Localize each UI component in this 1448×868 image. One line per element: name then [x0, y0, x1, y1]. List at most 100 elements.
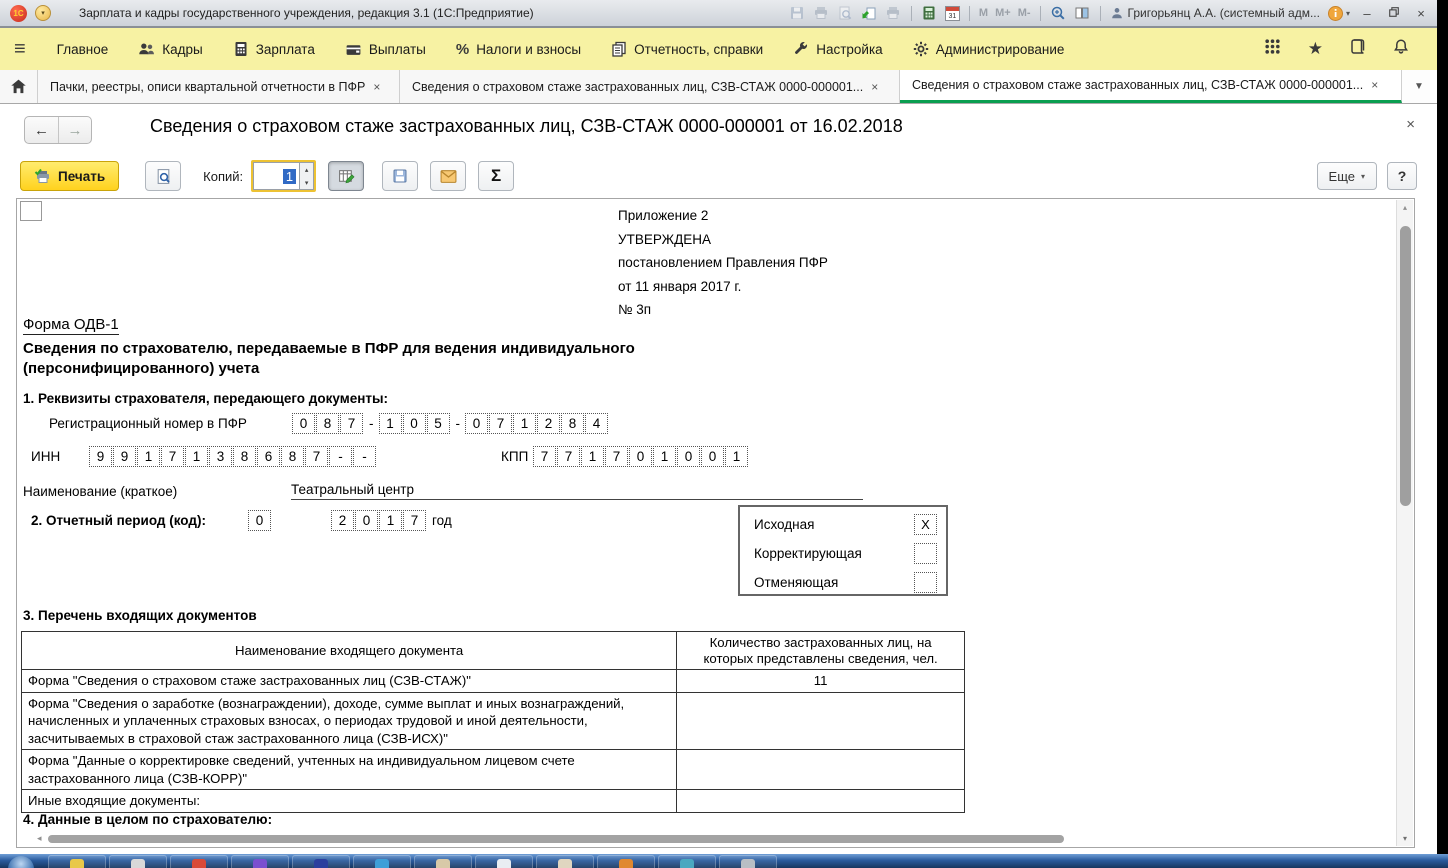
calculator-icon[interactable] [921, 5, 938, 22]
table-row: Форма "Данные о корректировке сведений, … [22, 750, 965, 790]
menu-item-vyplaty[interactable]: Выплаты [330, 28, 441, 70]
titlebar-separator [1100, 6, 1101, 21]
menu-item-zarplata[interactable]: Зарплата [218, 28, 330, 70]
vertical-scrollbar[interactable]: ▴ ▾ [1396, 200, 1413, 846]
menu-item-kadry[interactable]: Кадры [123, 28, 217, 70]
close-button[interactable]: × [1411, 6, 1431, 21]
horizontal-scroll-thumb[interactable] [48, 835, 1064, 843]
hamburger-icon[interactable]: ≡ [14, 38, 26, 61]
save-button[interactable] [382, 161, 418, 191]
taskbar-icon[interactable] [353, 855, 411, 868]
calendar-icon[interactable]: 31 [945, 6, 960, 21]
taskbar-icon[interactable] [475, 855, 533, 868]
menu-item-otchetnost[interactable]: Отчетность, справки [596, 28, 778, 70]
email-button[interactable] [430, 161, 466, 191]
more-button[interactable]: Еще▾ [1317, 162, 1377, 190]
taskbar-icon[interactable] [658, 855, 716, 868]
info-button[interactable]: ▾ [1327, 5, 1350, 22]
edit-table-button[interactable] [328, 161, 364, 191]
help-button[interactable]: ? [1387, 162, 1417, 190]
menu-item-administrirovanie[interactable]: Администрирование [898, 28, 1080, 70]
stepper-up-icon[interactable]: ▴ [300, 163, 313, 176]
menu-item-main[interactable]: Главное [42, 28, 124, 70]
menu-item-nastroyka[interactable]: Настройка [778, 28, 897, 70]
taskbar-icon[interactable] [48, 855, 106, 868]
print-button[interactable]: Печать [20, 161, 119, 191]
titlebar-separator [969, 6, 970, 21]
all-functions-grid-icon[interactable] [1264, 38, 1281, 60]
digit-cell: 1 [581, 446, 604, 467]
floppy-icon [392, 168, 408, 184]
forward-button[interactable]: → [58, 117, 91, 143]
short-name-value: Театральный центр [291, 482, 863, 500]
favorites-star-icon[interactable]: ★ [1308, 39, 1323, 59]
stepper-arrows[interactable]: ▴ ▾ [299, 162, 314, 190]
current-user[interactable]: Григорьянц А.А. (системный адм... [1110, 6, 1320, 20]
document-area[interactable]: Приложение 2 УТВЕРЖДЕНА постановлением П… [16, 198, 1415, 848]
split-window-icon[interactable] [1074, 5, 1091, 22]
print-preview-icon[interactable] [837, 5, 854, 22]
print-icon[interactable] [813, 5, 830, 22]
taskbar-icon[interactable] [231, 855, 289, 868]
report-icon [611, 41, 627, 57]
taskbar-icon[interactable] [536, 855, 594, 868]
section4-title: 4. Данные в целом по страхователю: [23, 812, 272, 827]
page-close-icon[interactable]: × [1406, 116, 1415, 133]
horizontal-scrollbar[interactable]: ◂ [37, 833, 1374, 844]
tab-home[interactable] [0, 70, 38, 103]
memory-m-plus-button[interactable]: M+ [995, 7, 1011, 19]
taskbar-icon[interactable] [292, 855, 350, 868]
close-icon[interactable]: × [1371, 78, 1378, 92]
taskbar-icon[interactable] [170, 855, 228, 868]
menu-item-nalogi[interactable]: % Налоги и взносы [441, 28, 596, 70]
back-button[interactable]: ← [25, 117, 58, 143]
wallet-icon [345, 41, 362, 58]
history-icon[interactable] [1350, 38, 1366, 60]
print-batch-icon[interactable] [885, 5, 902, 22]
vertical-scroll-thumb[interactable] [1400, 226, 1411, 506]
tab-svedeniya-2-active[interactable]: Сведения о страховом стаже застрахованны… [900, 70, 1402, 103]
restore-button[interactable] [1384, 6, 1404, 21]
digit-cell: - [329, 446, 352, 467]
home-icon [10, 78, 27, 95]
scroll-up-icon[interactable]: ▴ [1397, 203, 1413, 212]
scroll-down-icon[interactable]: ▾ [1397, 834, 1413, 843]
minimize-button[interactable]: – [1357, 6, 1377, 21]
save-icon[interactable] [789, 5, 806, 22]
approval-block: Приложение 2 УТВЕРЖДЕНА постановлением П… [618, 204, 828, 322]
kpp-label: КПП [501, 449, 528, 464]
load-document-icon[interactable] [861, 5, 878, 22]
tab-svedeniya-1[interactable]: Сведения о страховом стаже застрахованны… [400, 70, 900, 103]
copies-stepper[interactable]: 1 ▴ ▾ [251, 160, 316, 192]
zoom-icon[interactable] [1050, 5, 1067, 22]
digit-cell: 8 [561, 413, 584, 434]
kpp-cells: 771701001 [533, 446, 749, 467]
taskbar-icon[interactable] [597, 855, 655, 868]
copies-value[interactable]: 1 [253, 162, 299, 190]
taskbar-icon[interactable] [109, 855, 167, 868]
digit-cell: 9 [89, 446, 112, 467]
stepper-down-icon[interactable]: ▾ [300, 176, 313, 189]
tab-pachki-reestry[interactable]: Пачки, реестры, описи квартальной отчетн… [38, 70, 400, 103]
system-menu-button[interactable]: ▾ [35, 5, 51, 21]
tab-list-dropdown[interactable]: ▼ [1402, 70, 1436, 103]
memory-m-button[interactable]: M [979, 7, 988, 19]
start-button[interactable] [8, 856, 34, 868]
incoming-documents-table: Наименование входящего документа Количес… [21, 631, 965, 813]
spreadsheet-corner-cell [20, 201, 42, 221]
notifications-bell-icon[interactable] [1393, 38, 1409, 60]
scroll-left-icon[interactable]: ◂ [37, 833, 42, 844]
close-icon[interactable]: × [871, 80, 878, 94]
close-icon[interactable]: × [373, 80, 380, 94]
windows-taskbar[interactable] [0, 854, 1448, 868]
taskbar-icon[interactable] [719, 855, 777, 868]
digit-cell: 1 [725, 446, 748, 467]
reg-number-cells: 087 - 105 - 071284 [292, 413, 609, 434]
sum-button[interactable]: Σ [478, 161, 514, 191]
preview-button[interactable] [145, 161, 181, 191]
section3-title: 3. Перечень входящих документов [23, 608, 257, 623]
memory-m-minus-button[interactable]: M- [1018, 7, 1031, 19]
digit-cell: - [353, 446, 376, 467]
inn-cells: 9917138687-- [89, 446, 377, 467]
taskbar-icon[interactable] [414, 855, 472, 868]
